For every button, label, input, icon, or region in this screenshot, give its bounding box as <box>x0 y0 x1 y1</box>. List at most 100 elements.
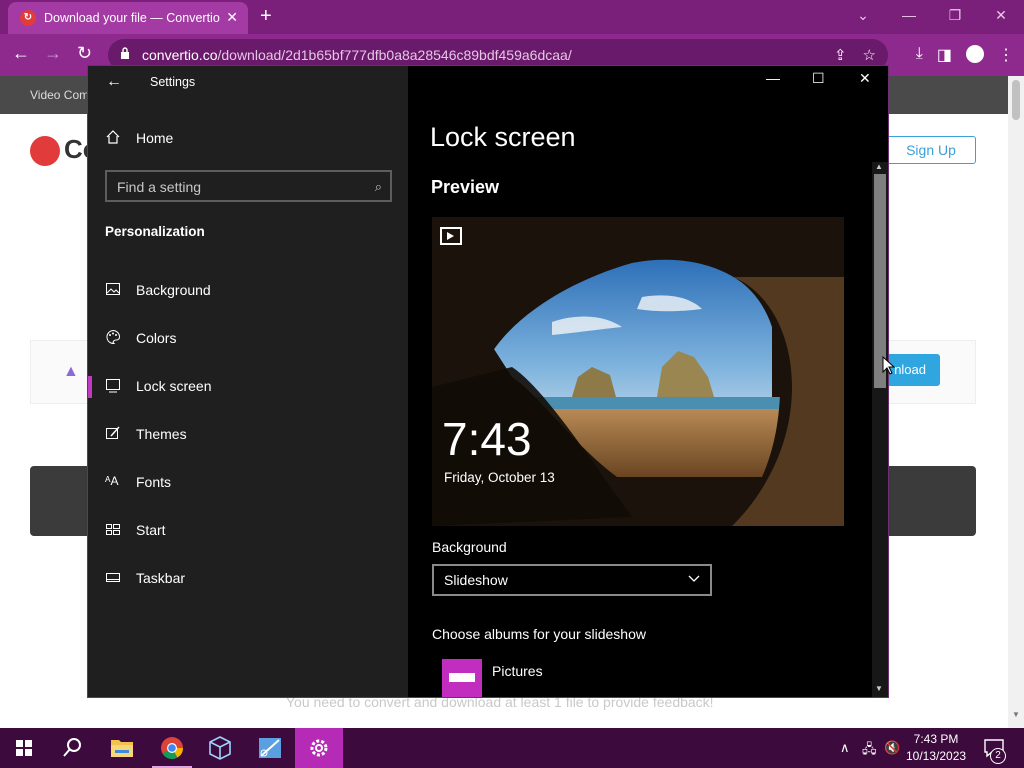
taskbar-snipping-tool[interactable] <box>246 728 294 768</box>
home-icon <box>106 130 120 144</box>
windows-logo-icon <box>16 740 32 756</box>
browser-window-controls: ⌄ — ❐ ✕ <box>840 0 1024 32</box>
download-icon[interactable]: ⤓ <box>916 45 923 65</box>
side-panel-icon[interactable]: ◨ <box>937 45 952 65</box>
settings-window: ← Settings Home ⌕ Personalization Backgr… <box>87 65 889 698</box>
volume-muted-icon[interactable]: 🔇 <box>884 740 900 756</box>
sidebar-item-themes[interactable]: Themes <box>88 415 408 455</box>
album-folder-icon[interactable] <box>442 659 482 697</box>
back-button[interactable]: ← <box>12 43 30 64</box>
search-icon[interactable]: ⌕ <box>375 179 382 195</box>
taskbar-icon <box>106 573 120 582</box>
taskbar-clock[interactable]: 7:43 PM 10/13/2023 <box>906 731 966 765</box>
window-close-icon[interactable]: ✕ <box>859 70 871 87</box>
windows-taskbar: ∧ 🖧 🔇 7:43 PM 10/13/2023 2 <box>0 728 1024 768</box>
search-icon <box>63 738 81 757</box>
scroll-down-icon[interactable]: ▼ <box>1012 710 1020 719</box>
close-icon[interactable]: ✕ <box>978 0 1024 32</box>
show-hidden-icons-chevron-icon[interactable]: ∧ <box>840 740 850 756</box>
sidebar-item-home[interactable]: Home <box>88 119 408 159</box>
albums-label: Choose albums for your slideshow <box>432 626 646 642</box>
browser-tab[interactable]: ↻ Download your file — Convertio ✕ <box>8 2 248 34</box>
omnibox-actions: ⇪ ☆ <box>834 46 876 64</box>
settings-search[interactable]: ⌕ <box>105 170 392 202</box>
sidebar-item-colors[interactable]: Colors <box>88 319 408 359</box>
3d-cube-icon <box>209 736 231 760</box>
mouse-cursor-icon <box>882 356 896 375</box>
sidebar-item-label: Home <box>136 130 174 146</box>
sidebar-item-lock-screen[interactable]: Lock screen <box>88 367 408 407</box>
sidebar-item-label: Lock screen <box>136 378 212 394</box>
snipping-tool-icon <box>259 738 281 758</box>
slideshow-icon <box>440 227 462 245</box>
new-tab-button[interactable]: + <box>260 5 272 28</box>
sign-up-button[interactable]: Sign Up <box>886 136 976 164</box>
album-name[interactable]: Pictures <box>492 663 543 679</box>
background-dropdown[interactable]: Slideshow <box>432 564 712 596</box>
section-heading: Personalization <box>105 224 205 239</box>
sidebar-item-label: Colors <box>136 330 177 346</box>
app-title: Settings <box>150 75 196 89</box>
gear-icon <box>310 739 328 757</box>
taskbar-chrome[interactable] <box>148 728 196 768</box>
taskbar-3d-viewer[interactable] <box>196 728 244 768</box>
sidebar-item-taskbar[interactable]: Taskbar <box>88 559 408 599</box>
sidebar-item-start[interactable]: Start <box>88 511 408 551</box>
menu-kebab-icon[interactable]: ⋮ <box>998 45 1014 65</box>
picture-icon <box>106 283 120 295</box>
convertio-favicon-icon: ↻ <box>20 10 36 26</box>
page-title: Lock screen <box>430 122 576 152</box>
network-icon[interactable]: 🖧 <box>862 740 877 762</box>
page-scrollbar[interactable]: ▼ <box>1008 76 1024 728</box>
tab-search-icon[interactable]: ⌄ <box>840 0 886 32</box>
clock-date: 10/13/2023 <box>906 749 967 763</box>
chevron-down-icon <box>688 575 700 582</box>
convertio-logo-icon[interactable] <box>30 136 60 166</box>
sidebar-item-label: Themes <box>136 426 187 442</box>
reload-button[interactable]: ↻ <box>77 43 92 64</box>
sidebar-item-fonts[interactable]: ᴬA Fonts <box>88 463 408 503</box>
search-input[interactable] <box>117 178 357 196</box>
scroll-up-icon[interactable]: ▲ <box>875 162 883 171</box>
notification-badge: 2 <box>990 748 1006 764</box>
image-file-icon: ▲ <box>63 363 79 380</box>
lock-icon <box>121 47 129 59</box>
tab-close-icon[interactable]: ✕ <box>226 9 238 26</box>
dropdown-value: Slideshow <box>444 572 508 588</box>
fonts-icon: ᴬA <box>105 474 119 488</box>
settings-scrollbar[interactable]: ▲ ▼ <box>872 162 888 697</box>
palette-icon <box>106 329 121 345</box>
preview-date: Friday, October 13 <box>444 470 555 485</box>
url-text: convertio.co/download/2d1b65bf777dfb0a8a… <box>142 47 572 63</box>
chrome-icon <box>161 737 183 759</box>
sidebar-item-label: Background <box>136 282 211 298</box>
sidebar-item-label: Start <box>136 522 166 538</box>
preview-time: 7:43 <box>442 413 532 465</box>
lock-screen-page: — ☐ ✕ Lock screen Preview 7:43 Friday, O… <box>408 66 888 697</box>
taskbar-file-explorer[interactable] <box>98 728 146 768</box>
share-icon[interactable]: ⇪ <box>834 46 847 64</box>
window-maximize-icon[interactable]: ☐ <box>812 70 825 87</box>
clock-time: 7:43 PM <box>913 732 959 746</box>
taskbar-settings[interactable] <box>295 728 343 768</box>
profile-avatar[interactable] <box>966 45 984 63</box>
browser-right-icons: ⤓ ◨ ⋮ <box>916 45 1014 65</box>
page-scrollbar-thumb[interactable] <box>1012 80 1020 120</box>
minimize-icon[interactable]: — <box>886 0 932 32</box>
sidebar-item-label: Fonts <box>136 474 172 490</box>
lock-screen-preview: 7:43 Friday, October 13 <box>432 217 844 526</box>
settings-sidebar: ← Settings Home ⌕ Personalization Backgr… <box>88 66 408 697</box>
restore-icon[interactable]: ❐ <box>932 0 978 32</box>
forward-button[interactable]: → <box>44 43 62 64</box>
site-nav-item[interactable]: Video Com <box>30 88 89 102</box>
sidebar-item-background[interactable]: Background <box>88 271 408 311</box>
tab-title: Download your file — Convertio <box>44 11 220 25</box>
scroll-down-icon[interactable]: ▼ <box>875 684 883 693</box>
window-minimize-icon[interactable]: — <box>766 70 780 86</box>
file-explorer-icon <box>111 740 133 757</box>
start-button[interactable] <box>0 728 48 768</box>
bookmark-star-icon[interactable]: ☆ <box>863 46 876 64</box>
taskbar-search-button[interactable] <box>48 728 96 768</box>
back-arrow-icon[interactable]: ← <box>106 73 122 91</box>
lock-screen-icon <box>106 379 120 393</box>
